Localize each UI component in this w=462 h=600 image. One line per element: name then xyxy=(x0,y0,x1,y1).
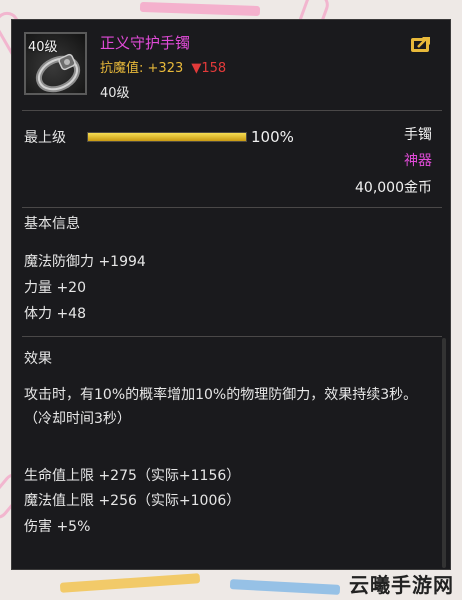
effect-description: 攻击时，有10%的概率增加10%的物理防御力，效果持续3秒。（冷却时间3秒） xyxy=(24,387,418,427)
pencil-decoration xyxy=(229,579,341,595)
item-name: 正义守护手镯 xyxy=(100,34,191,52)
scrollbar[interactable] xyxy=(442,338,446,568)
effect-stat: 伤害 +5% xyxy=(24,519,91,535)
item-header: 40级 正义守护手镯 抗魔值: +323 ▼158 40级 xyxy=(12,20,450,108)
item-level: 40级 xyxy=(100,86,130,101)
item-price: 40,000金币 xyxy=(355,180,432,196)
upgrade-progress-text: 100% xyxy=(251,128,294,146)
item-tooltip-panel: 40级 正义守护手镯 抗魔值: +323 ▼158 40级 最上级 100% 手… xyxy=(11,19,451,570)
basic-stat: 体力 +48 xyxy=(24,306,86,322)
divider xyxy=(22,207,442,208)
magic-resist-label: 抗魔值: xyxy=(100,61,144,76)
item-type: 手镯 xyxy=(404,127,432,143)
item-rarity: 神器 xyxy=(404,153,432,169)
grade-label: 最上级 xyxy=(24,130,66,146)
basic-info-title: 基本信息 xyxy=(24,216,80,232)
magic-resist-row: 抗魔值: +323 ▼158 xyxy=(100,57,226,76)
divider xyxy=(22,110,442,111)
effect-title: 效果 xyxy=(24,351,52,367)
pencil-decoration xyxy=(139,1,261,17)
magic-resist-delta: 158 xyxy=(201,61,227,76)
decrease-arrow-icon: ▼ xyxy=(191,61,202,76)
pencil-decoration xyxy=(59,573,201,593)
basic-stat: 力量 +20 xyxy=(24,280,86,296)
magic-resist-value: +323 xyxy=(147,61,184,76)
bracelet-icon xyxy=(35,53,81,93)
upgrade-progress-bar xyxy=(87,132,247,142)
basic-stat: 魔法防御力 +1994 xyxy=(24,254,146,270)
share-icon[interactable] xyxy=(410,34,434,54)
effect-stat: 魔法值上限 +256（实际+1006） xyxy=(24,493,241,509)
divider xyxy=(22,336,442,337)
item-icon-slot[interactable]: 40级 xyxy=(24,32,87,95)
watermark: 云曦手游网 xyxy=(349,573,454,597)
effect-stat: 生命值上限 +275（实际+1156） xyxy=(24,468,241,484)
upgrade-progress-fill xyxy=(88,133,246,141)
